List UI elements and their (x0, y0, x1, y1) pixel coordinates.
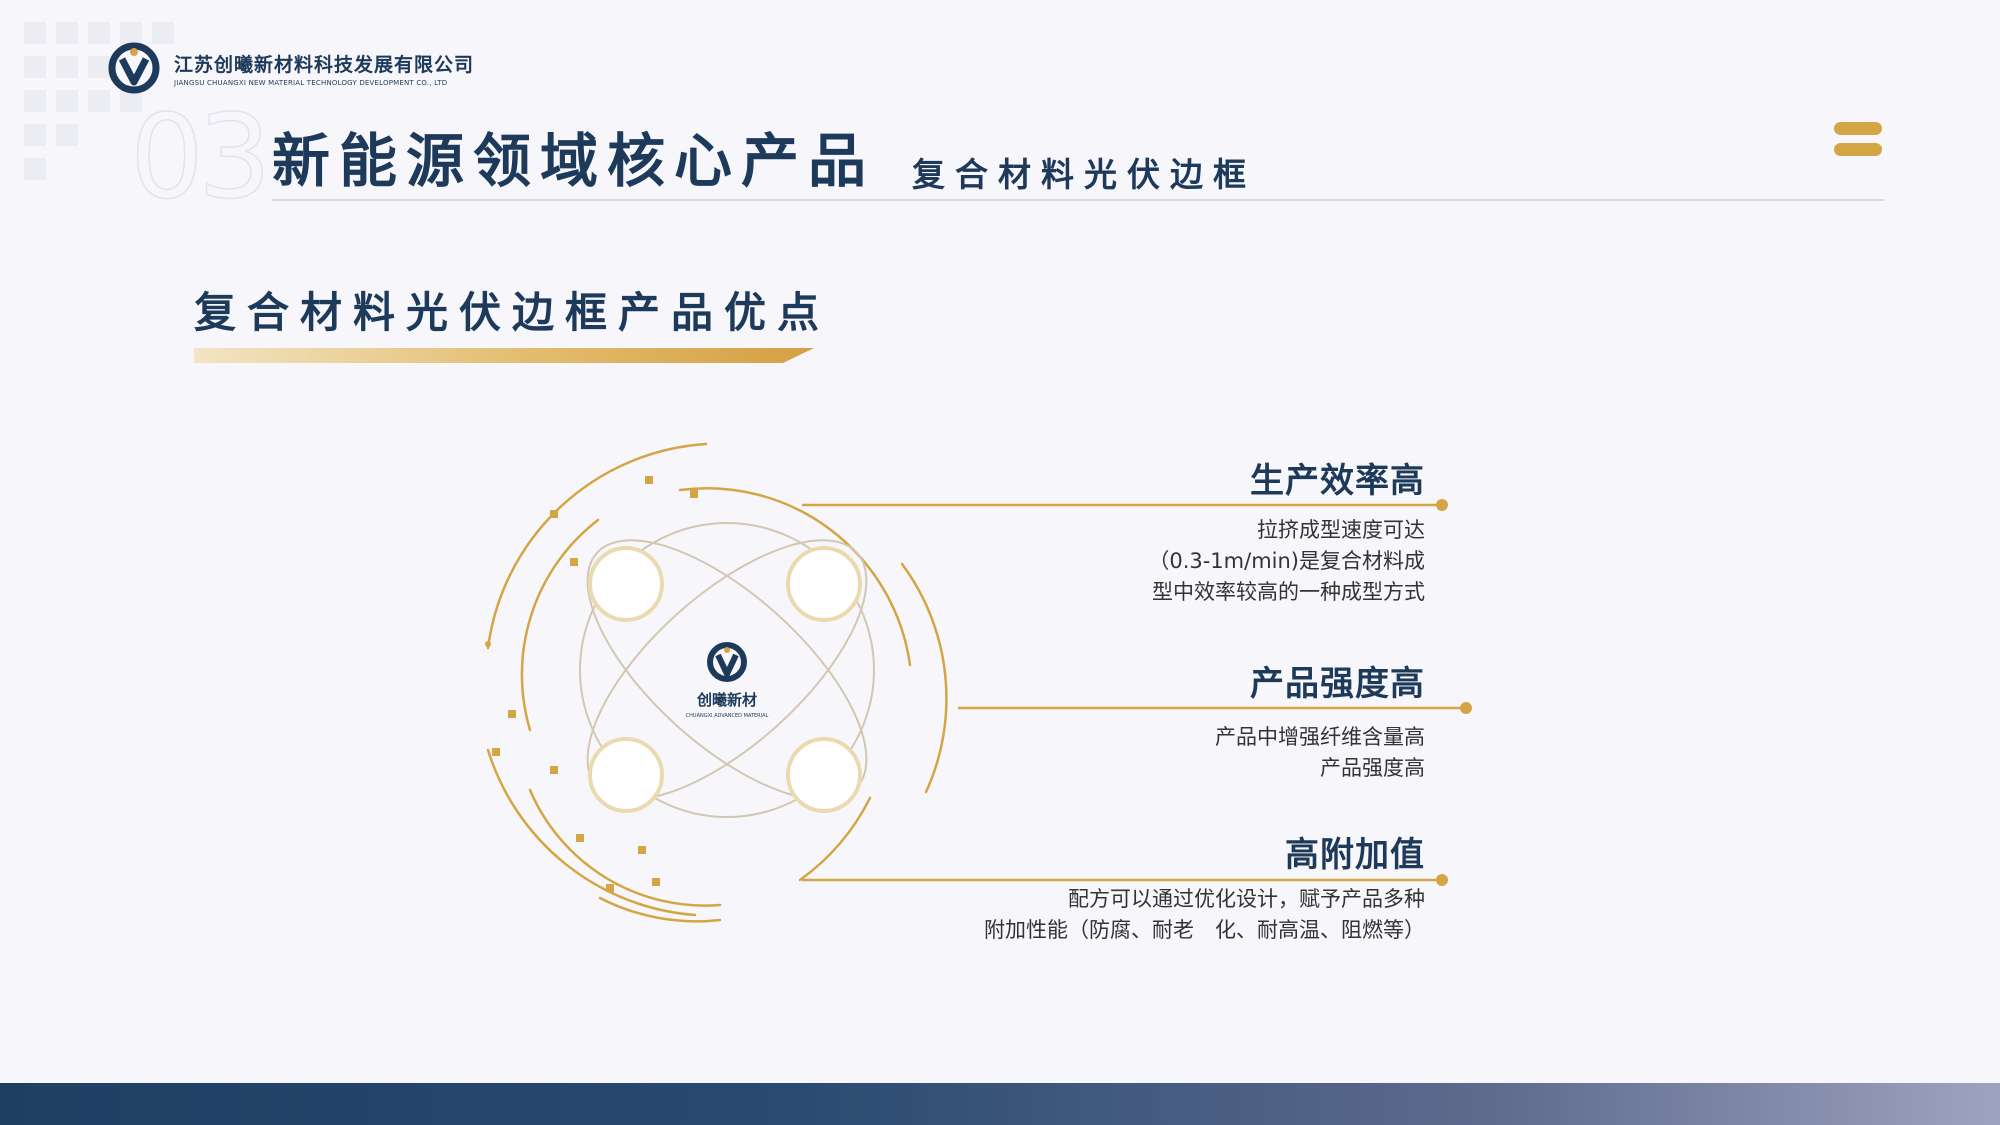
feature-desc-line: 拉挤成型速度可达 (1257, 518, 1425, 542)
footer-bar (0, 1083, 2000, 1125)
feature-desc-line: 产品中增强纤维含量高 (1215, 725, 1425, 749)
connector-dot-1 (1436, 499, 1448, 511)
feature-desc-line: 产品强度高 (1320, 756, 1425, 780)
feature-title-strength: 产品强度高 (1250, 664, 1425, 704)
feature-title-value: 高附加值 (1285, 835, 1425, 875)
feature-desc-line: 配方可以通过优化设计，赋予产品多种 (1068, 887, 1425, 911)
feature-desc-line: 附加性能（防腐、耐老 化、耐高温、阻燃等） (984, 918, 1425, 942)
feature-desc-line: 型中效率较高的一种成型方式 (1152, 580, 1425, 604)
connector-dot-3 (1436, 874, 1448, 886)
feature-desc-strength: 产品中增强纤维含量高 产品强度高 (1215, 722, 1425, 784)
feature-desc-value: 配方可以通过优化设计，赋予产品多种 附加性能（防腐、耐老 化、耐高温、阻燃等） (984, 884, 1425, 946)
connector-lines (802, 499, 1472, 886)
connector-dot-2 (1460, 702, 1472, 714)
feature-title-efficiency: 生产效率高 (1250, 461, 1425, 501)
feature-desc-efficiency: 拉挤成型速度可达 （0.3-1m/min)是复合材料成 型中效率较高的一种成型方… (1148, 515, 1425, 608)
feature-desc-line: （0.3-1m/min)是复合材料成 (1148, 549, 1425, 573)
